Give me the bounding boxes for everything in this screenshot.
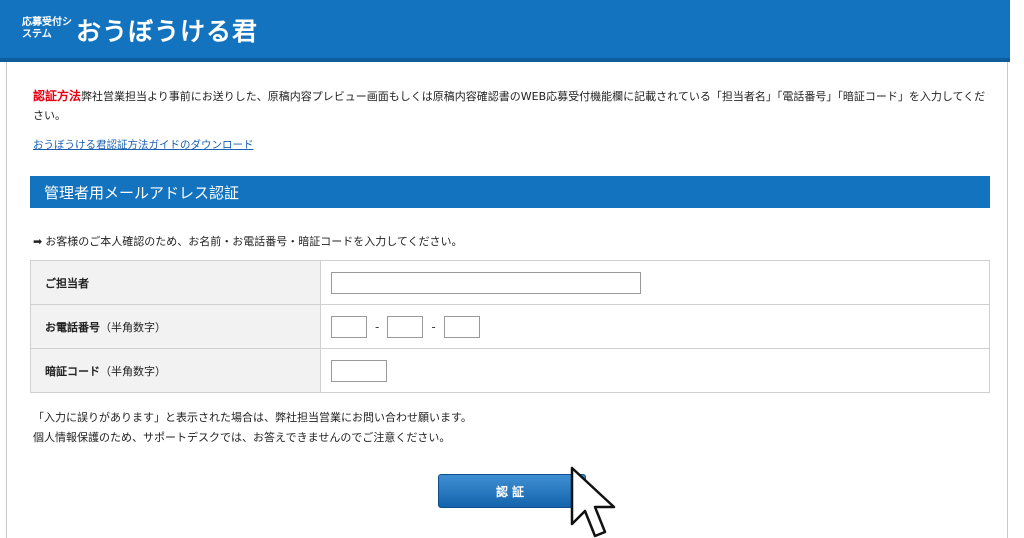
logo-subtitle: 応募受付システム — [22, 17, 72, 40]
phone-part2-input[interactable] — [387, 315, 424, 338]
auth-method-label: 認証方法 — [33, 89, 82, 103]
instruction-text: ➡ お客様のご本人確認のため、お名前・お電話番号・暗証コードを入力してください。 — [33, 233, 463, 249]
phone-separator: - — [375, 319, 380, 334]
arrow-right-icon: ➡ — [33, 235, 43, 248]
auth-form-table: ご担当者 お電話番号（半角数字） -- 暗証コード（半角数字） — [30, 260, 990, 393]
phone-label-cell: お電話番号（半角数字） — [30, 304, 321, 349]
phone-input-cell: -- — [320, 304, 990, 349]
notes: 「入力に誤りがあります」と表示された場合は、弊社担当営業にお問い合わせ願います。… — [33, 408, 472, 448]
note-line-1: 「入力に誤りがあります」と表示された場合は、弊社担当営業にお問い合わせ願います。 — [33, 411, 472, 424]
section-header: 管理者用メールアドレス認証 — [30, 176, 990, 208]
table-row: お電話番号（半角数字） -- — [30, 304, 990, 349]
phone-separator: - — [431, 319, 436, 334]
phone-label: お電話番号 — [45, 320, 100, 334]
auth-method-description: 弊社営業担当より事前にお送りした、原稿内容プレビュー画面もしくは原稿内容確認書の… — [33, 90, 986, 122]
person-label: ご担当者 — [45, 276, 89, 290]
pin-label-cell: 暗証コード（半角数字） — [30, 348, 321, 393]
section-title: 管理者用メールアドレス認証 — [44, 184, 240, 202]
pin-code-input[interactable] — [331, 359, 387, 382]
pin-input-cell — [320, 348, 990, 393]
guide-download-link[interactable]: おうぼうける君認証方法ガイドのダウンロード — [33, 137, 254, 152]
instruction-label: お客様のご本人確認のため、お名前・お電話番号・暗証コードを入力してください。 — [45, 235, 463, 248]
site-header: 応募受付システム おうぼうける君 — [0, 0, 1010, 62]
pointer-cursor-icon — [570, 466, 616, 538]
pin-note: （半角数字） — [100, 364, 166, 378]
phone-part3-input[interactable] — [443, 315, 480, 338]
person-label-cell: ご担当者 — [30, 260, 321, 305]
table-row: ご担当者 — [30, 260, 990, 305]
person-input-cell — [320, 260, 990, 305]
pin-label: 暗証コード — [45, 364, 100, 378]
person-name-input[interactable] — [331, 271, 641, 294]
logo-title: おうぼうける君 — [76, 17, 259, 46]
table-row: 暗証コード（半角数字） — [30, 348, 990, 393]
note-line-2: 個人情報保護のため、サポートデスクでは、お答えできませんのでご注意ください。 — [33, 431, 451, 444]
auth-method-text: 認証方法弊社営業担当より事前にお送りした、原稿内容プレビュー画面もしくは原稿内容… — [33, 87, 993, 125]
authenticate-button[interactable]: 認証 — [438, 474, 586, 508]
phone-note: （半角数字） — [100, 320, 166, 334]
phone-part1-input[interactable] — [331, 315, 367, 338]
